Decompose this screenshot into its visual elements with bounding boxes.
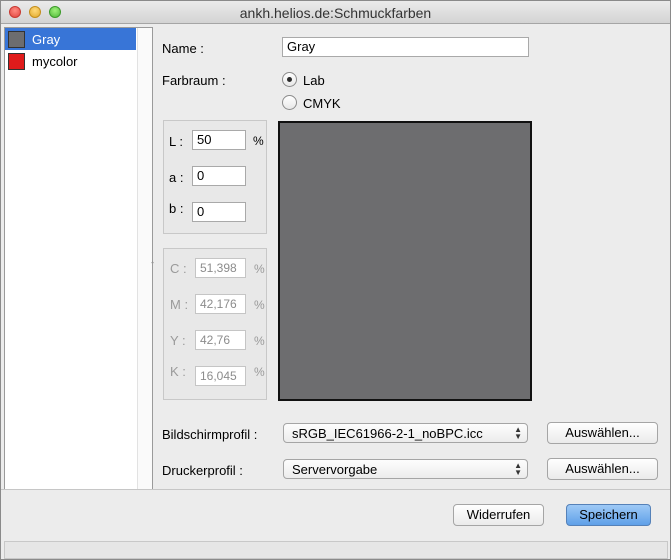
red-swatch-icon <box>8 52 25 70</box>
select-arrows-icon: ▲ ▼ <box>514 425 522 441</box>
l-unit: % <box>253 134 264 148</box>
k-label: K : <box>170 364 186 379</box>
b-label: b : <box>169 201 184 216</box>
colorspace-label: Farbraum : <box>162 73 226 88</box>
l-label: L : <box>169 134 183 149</box>
m-field: 42,176 <box>195 294 246 314</box>
dialog-window: ankh.helios.de:Schmuckfarben Gray mycolo… <box>0 0 671 560</box>
color-preview <box>278 121 532 401</box>
choose-screen-profile-button[interactable]: Auswählen... <box>547 422 658 444</box>
status-bar <box>4 541 668 559</box>
list-item-gray[interactable]: Gray <box>5 28 136 50</box>
y-label: Y : <box>170 333 186 348</box>
l-field[interactable]: 50 <box>192 130 246 150</box>
window-title: ankh.helios.de:Schmuckfarben <box>239 5 432 21</box>
name-label: Name : <box>162 41 204 56</box>
k-field: 16,045 <box>195 366 246 386</box>
a-label: a : <box>169 170 184 185</box>
list-scrollbar[interactable] <box>137 28 152 489</box>
cmyk-radio-label: CMYK <box>303 96 341 111</box>
c-field: 51,398 <box>195 258 246 278</box>
lab-radio-label: Lab <box>303 73 325 88</box>
color-list: Gray mycolor <box>4 27 153 490</box>
b-field[interactable]: 0 <box>192 202 246 222</box>
printer-profile-select[interactable]: Servervorgabe ▲ ▼ <box>283 459 528 479</box>
y-field: 42,76 <box>195 330 246 350</box>
printer-profile-value: Servervorgabe <box>292 462 378 477</box>
c-unit: % <box>254 262 265 276</box>
m-unit: % <box>254 298 265 312</box>
list-item-label: mycolor <box>32 53 78 69</box>
m-label: M : <box>170 297 189 312</box>
list-item-mycolor[interactable]: mycolor <box>5 50 136 72</box>
screen-profile-label: Bildschirmprofil : <box>162 427 258 442</box>
choose-printer-profile-button[interactable]: Auswählen... <box>547 458 658 480</box>
y-unit: % <box>254 334 265 348</box>
splitter-grip-icon[interactable]: ‸ <box>151 253 154 264</box>
lab-radio[interactable] <box>282 72 297 87</box>
a-field[interactable]: 0 <box>192 166 246 186</box>
title-bar: ankh.helios.de:Schmuckfarben <box>1 1 670 24</box>
printer-profile-label: Druckerprofil : <box>162 463 243 478</box>
gray-swatch-icon <box>8 30 25 48</box>
c-label: C : <box>170 261 187 276</box>
save-button[interactable]: Speichern <box>566 504 651 526</box>
cmyk-radio[interactable] <box>282 95 297 110</box>
screen-profile-value: sRGB_IEC61966-2-1_noBPC.icc <box>292 426 483 441</box>
revert-button[interactable]: Widerrufen <box>453 504 544 526</box>
footer-divider <box>1 489 670 490</box>
name-field[interactable]: Gray <box>282 37 529 57</box>
list-item-label: Gray <box>32 31 61 47</box>
screen-profile-select[interactable]: sRGB_IEC61966-2-1_noBPC.icc ▲ ▼ <box>283 423 528 443</box>
select-arrows-icon: ▲ ▼ <box>514 461 522 477</box>
k-unit: % <box>254 365 265 379</box>
